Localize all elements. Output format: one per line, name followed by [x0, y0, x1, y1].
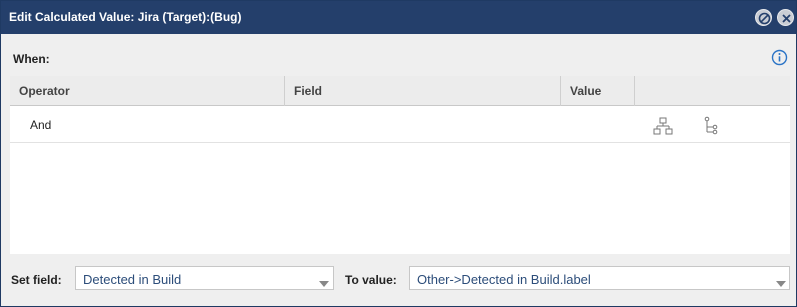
row-operator: And — [30, 118, 52, 132]
add-group-icon[interactable] — [653, 116, 673, 136]
title-bar[interactable]: Edit Calculated Value: Jira (Target):(Bu… — [1, 1, 796, 34]
when-label: When: — [13, 52, 50, 66]
circle-slash-icon[interactable] — [755, 9, 772, 26]
column-header-operator[interactable]: Operator — [10, 76, 285, 106]
add-condition-icon[interactable] — [702, 116, 722, 136]
dialog-title: Edit Calculated Value: Jira (Target):(Bu… — [9, 10, 242, 24]
info-icon[interactable] — [771, 49, 788, 66]
column-header-value[interactable]: Value — [561, 76, 635, 106]
to-value-select[interactable]: Other->Detected in Build.label — [409, 266, 790, 290]
table-row[interactable]: And — [10, 107, 790, 143]
set-field-label: Set field: — [11, 273, 62, 287]
edit-calculated-value-dialog: Edit Calculated Value: Jira (Target):(Bu… — [0, 0, 797, 307]
column-header-field[interactable]: Field — [285, 76, 561, 106]
chevron-down-icon — [776, 276, 786, 287]
set-field-value: Detected in Build — [83, 272, 182, 287]
column-header-actions — [635, 76, 790, 106]
to-value-label: To value: — [345, 273, 397, 287]
conditions-grid: Operator Field Value And — [10, 76, 790, 254]
to-value-value: Other->Detected in Build.label — [417, 272, 591, 287]
chevron-down-icon — [319, 276, 329, 287]
set-field-select[interactable]: Detected in Build — [75, 266, 334, 290]
grid-header: Operator Field Value — [10, 76, 790, 106]
close-icon[interactable] — [777, 9, 794, 26]
